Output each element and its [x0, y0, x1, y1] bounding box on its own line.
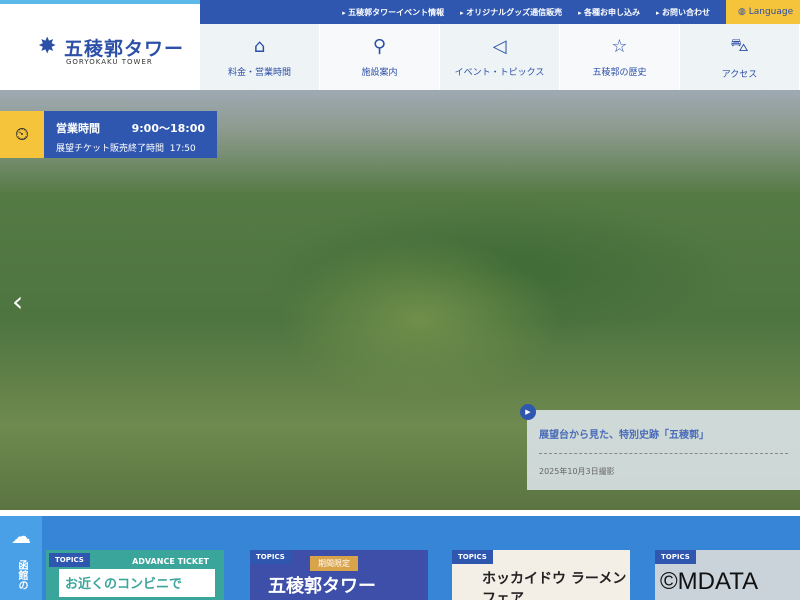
- card-text: ホッカイドウ ラーメンフェア: [482, 571, 627, 600]
- nav-label: 施設案内: [361, 68, 398, 78]
- watermark: ©MDATA: [660, 568, 759, 595]
- weather-label: 函館の: [16, 560, 27, 590]
- logo-star-icon: ✸: [38, 34, 57, 59]
- car-icon: ⛍: [730, 34, 749, 56]
- nav-label: アクセス: [721, 69, 758, 80]
- globe-icon: ◍: [738, 7, 749, 17]
- logo-text: 五稜郭タワー: [64, 38, 185, 60]
- map-pin-icon: ⚲: [372, 36, 387, 57]
- topic-card-limited[interactable]: TOPICS 期間限定 五稜郭タワー: [250, 550, 428, 600]
- nav-access[interactable]: ⛍ アクセス: [680, 24, 800, 90]
- caption-divider: [539, 453, 788, 454]
- top-links-bar: 五稜郭タワーイベント情報 オリジナルグッズ通信販売 各種お申し込み お問い合わせ…: [200, 0, 800, 24]
- language-button[interactable]: ◍ Language: [726, 0, 800, 24]
- topic-card-ticket[interactable]: TOPICS ADVANCE TICKET お近くのコンビニで: [46, 550, 224, 600]
- topic-card-ramen[interactable]: TOPICS ホッカイドウ ラーメンフェア: [452, 550, 630, 600]
- weather-widget[interactable]: ☁ 函館の: [0, 516, 42, 600]
- clock-ticket-icon: ⌂: [253, 36, 266, 57]
- caption-date: 2025年10月3日撮影: [539, 467, 615, 476]
- slide-caption: 展望台から見た、特別史跡「五稜郭」 2025年10月3日撮影: [527, 410, 800, 490]
- nav-label: 五稜郭の歴史: [592, 68, 647, 78]
- nav-hours[interactable]: ⌂ 料金・営業時間: [200, 24, 320, 90]
- top-link-goods[interactable]: オリジナルグッズ通信販売: [460, 7, 562, 18]
- cloud-icon: ☁: [11, 524, 31, 548]
- nav-events[interactable]: ◁ イベント・トピックス: [440, 24, 560, 90]
- nav-facilities[interactable]: ⚲ 施設案内: [320, 24, 440, 90]
- topics-tag: TOPICS: [49, 553, 90, 567]
- play-icon[interactable]: ▶: [520, 404, 536, 420]
- topics-tag: TOPICS: [452, 550, 493, 564]
- top-link-applications[interactable]: 各種お申し込み: [578, 7, 640, 18]
- star-icon: ☆: [611, 36, 628, 57]
- nav-label: イベント・トピックス: [454, 68, 545, 78]
- ticket-label: 展望チケット販売終了時間: [56, 144, 165, 154]
- language-label: Language: [748, 7, 794, 17]
- top-link-events[interactable]: 五稜郭タワーイベント情報: [342, 7, 444, 18]
- site-logo[interactable]: ✸ 五稜郭タワー GORYOKAKU TOWER: [0, 0, 200, 90]
- hours-banner[interactable]: ⏲ 営業時間 9:00〜18:00 展望チケット販売終了時間 17:50: [0, 111, 217, 158]
- logo-subtext: GORYOKAKU TOWER: [66, 58, 153, 66]
- card-text: お近くのコンビニで: [59, 569, 215, 597]
- nav-history[interactable]: ☆ 五稜郭の歴史: [560, 24, 680, 90]
- nav-label: 料金・営業時間: [227, 68, 291, 78]
- card-header: ADVANCE TICKET: [132, 557, 209, 566]
- ticket-time: 17:50: [169, 144, 196, 154]
- main-nav: ⌂ 料金・営業時間 ⚲ 施設案内 ◁ イベント・トピックス ☆ 五稜郭の歴史 ⛍ アクセス: [200, 24, 800, 90]
- top-link-contact[interactable]: お問い合わせ: [656, 7, 710, 18]
- topics-tag: TOPICS: [655, 550, 696, 564]
- topics-tag: TOPICS: [250, 550, 291, 564]
- slide-prev-arrow[interactable]: ‹: [12, 285, 23, 318]
- hours-time: 9:00〜18:00: [131, 122, 205, 135]
- caption-title: 展望台から見た、特別史跡「五稜郭」: [539, 430, 709, 441]
- card-ribbon: 期間限定: [310, 556, 358, 571]
- clock-ticket-icon: ⏲: [0, 111, 44, 158]
- card-text: 五稜郭タワー: [268, 576, 376, 597]
- hours-label: 営業時間: [56, 122, 100, 135]
- megaphone-icon: ◁: [492, 36, 507, 57]
